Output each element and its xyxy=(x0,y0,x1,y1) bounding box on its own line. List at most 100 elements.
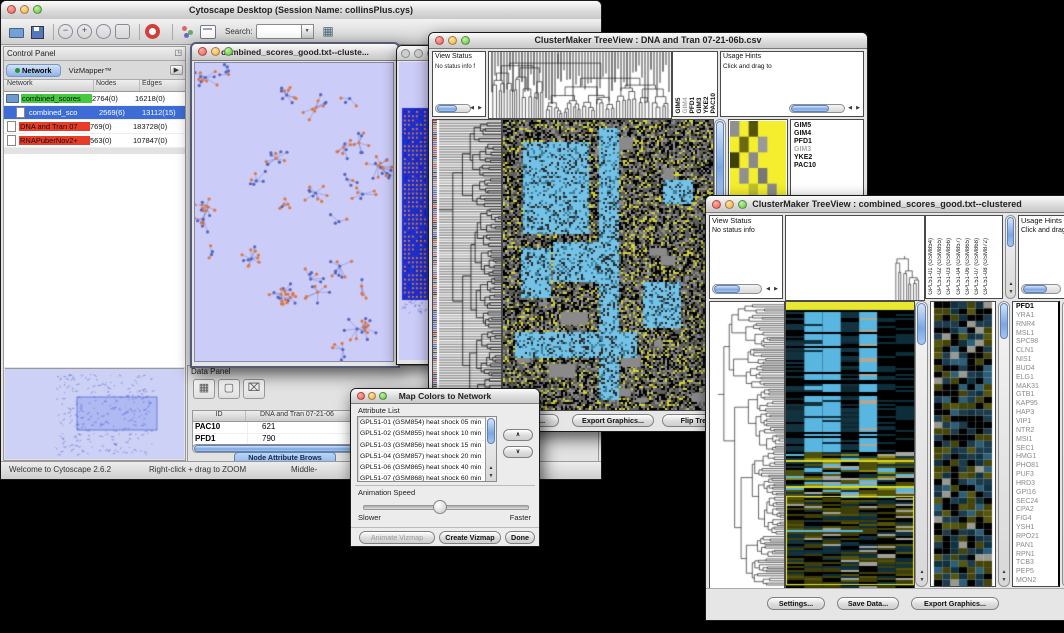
float-panel-icon[interactable]: ◳ xyxy=(174,48,182,57)
search-dropdown-icon[interactable]: ▼ xyxy=(302,24,314,39)
tv1-heatmap[interactable] xyxy=(502,119,714,411)
scroll-left-icon[interactable]: ◀ xyxy=(764,286,772,293)
tv1-column-dendrogram[interactable] xyxy=(488,51,672,119)
scroll-right-icon[interactable]: ▶ xyxy=(854,105,862,112)
table-icon[interactable]: ▦ xyxy=(193,379,215,399)
minimize-button[interactable] xyxy=(211,47,220,56)
scroll-right-icon[interactable]: ▶ xyxy=(772,286,780,293)
gene-label[interactable]: SEC1 xyxy=(1016,445,1058,454)
close-button[interactable] xyxy=(7,5,16,14)
gene-label[interactable]: RPO21 xyxy=(1016,533,1058,542)
tv1-hints-hscroll[interactable] xyxy=(789,104,845,113)
scroll-down-icon[interactable]: ▼ xyxy=(918,577,926,584)
tv2-column-label[interactable]: GPL51-06 (GSM865) xyxy=(965,216,974,295)
gene-label[interactable]: BUD4 xyxy=(1016,365,1058,374)
main-titlebar[interactable]: Cytoscape Desktop (Session Name: collins… xyxy=(1,1,601,20)
gene-label[interactable]: CLN1 xyxy=(1016,347,1058,356)
tv2-status-hscroll[interactable] xyxy=(712,284,762,294)
zoom-out-icon[interactable]: − xyxy=(58,24,73,39)
col-header-nodes[interactable]: Nodes xyxy=(94,80,140,91)
map-dialog-titlebar[interactable]: Map Colors to Network xyxy=(351,389,539,404)
minimize-button[interactable] xyxy=(725,200,734,209)
scroll-up-icon[interactable]: ▲ xyxy=(487,465,495,472)
tv1-export-graphics-button[interactable]: Export Graphics... xyxy=(572,414,654,427)
tab-vizmapper[interactable]: VizMapper™ xyxy=(61,65,120,76)
scroll-left-icon[interactable]: ◀ xyxy=(846,105,854,112)
gene-label[interactable]: TCB3 xyxy=(1016,559,1058,568)
tv1-row-label[interactable]: PFD1 xyxy=(794,138,863,146)
gene-label[interactable]: FIG4 xyxy=(1016,515,1058,524)
scroll-up-icon[interactable]: ▲ xyxy=(1000,569,1008,576)
col-header-edges[interactable]: Edges xyxy=(140,80,185,91)
move-up-button[interactable]: ∧ xyxy=(503,429,533,441)
vizmapper-icon[interactable] xyxy=(181,23,196,40)
network-list-row[interactable]: combined_scores2764(0)16218(0) xyxy=(4,92,185,106)
tv2-collabels-vscroll[interactable]: ▲ ▼ xyxy=(1005,215,1016,299)
gene-label[interactable]: ELG1 xyxy=(1016,374,1058,383)
gene-label[interactable]: MSL1 xyxy=(1016,330,1058,339)
scroll-down-icon[interactable]: ▼ xyxy=(487,473,495,480)
gene-label[interactable]: HRD3 xyxy=(1016,480,1058,489)
gene-label[interactable]: PFD1 xyxy=(1016,303,1058,312)
gene-label[interactable]: VIP1 xyxy=(1016,418,1058,427)
gene-label[interactable]: KAP95 xyxy=(1016,400,1058,409)
move-down-button[interactable]: ∨ xyxy=(503,446,533,458)
network-view-titlebar[interactable]: combined_scores_good.txt--cluste... xyxy=(192,44,398,61)
save-session-icon[interactable] xyxy=(28,23,45,40)
gene-label[interactable]: GPI16 xyxy=(1016,489,1058,498)
open-session-icon[interactable] xyxy=(7,23,24,40)
zoom-in-icon[interactable]: + xyxy=(77,24,92,39)
close-button[interactable] xyxy=(401,49,410,58)
network-list-row[interactable]: combined_sco2569(6)13112(15) xyxy=(4,106,185,120)
minimize-button[interactable] xyxy=(368,392,376,400)
minimize-button[interactable] xyxy=(20,5,29,14)
tv1-row-label[interactable]: GIM4 xyxy=(794,130,863,138)
tv2-column-label[interactable]: GPL51-08 (GSM872) xyxy=(983,216,992,295)
gene-label[interactable]: SEC24 xyxy=(1016,498,1058,507)
network-list-row[interactable]: RNAPuberNov2+563(0)107847(0) xyxy=(4,134,185,148)
zoom-window-button[interactable] xyxy=(461,36,470,45)
gene-label[interactable]: RPN1 xyxy=(1016,551,1058,560)
dp-header-id[interactable]: ID xyxy=(193,411,246,421)
scroll-left-icon[interactable]: ◀ xyxy=(468,105,476,112)
edit-window-icon[interactable] xyxy=(200,25,216,39)
tv2-settings-button[interactable]: Settings... xyxy=(767,597,825,610)
col-header-network[interactable]: Network xyxy=(4,80,94,91)
tab-overflow-button[interactable]: ▶ xyxy=(170,65,183,75)
slider-knob[interactable] xyxy=(433,500,447,514)
gene-label[interactable]: GTB1 xyxy=(1016,391,1058,400)
attribute-item[interactable]: GPL51-01 (GSM854) heat shock 05 min xyxy=(360,418,484,429)
attribute-list-vscroll[interactable]: ▲ ▼ xyxy=(485,417,496,481)
tv2-hints-hscroll[interactable] xyxy=(1021,284,1061,294)
gene-label[interactable]: RNR4 xyxy=(1016,321,1058,330)
tv2-zoom-vscroll[interactable]: ▲ ▼ xyxy=(998,301,1010,587)
network-list-row[interactable]: DNA and Tran 07769(0)183728(0) xyxy=(4,120,185,134)
tv2-save-data-button[interactable]: Save Data... xyxy=(837,597,899,610)
close-button[interactable] xyxy=(435,36,444,45)
network-list-empty-area[interactable] xyxy=(4,154,185,367)
zoom-window-button[interactable] xyxy=(33,5,42,14)
tv1-column-label[interactable]: GIM3 xyxy=(696,52,703,113)
tv1-column-label[interactable]: GIM5 xyxy=(675,52,682,113)
gene-label[interactable]: CPA2 xyxy=(1016,506,1058,515)
close-button[interactable] xyxy=(357,392,365,400)
gene-label[interactable]: MAK31 xyxy=(1016,383,1058,392)
attribute-item[interactable]: GPL51-07 (GSM868) heat shock 60 min xyxy=(360,474,484,482)
gene-label[interactable]: PHO81 xyxy=(1016,462,1058,471)
tab-network[interactable]: Network xyxy=(6,64,61,77)
help-ring-icon[interactable] xyxy=(145,24,160,39)
gene-label[interactable]: YRA1 xyxy=(1016,312,1058,321)
gene-label[interactable]: HAP3 xyxy=(1016,409,1058,418)
scroll-right-icon[interactable]: ▶ xyxy=(476,105,484,112)
tv2-export-graphics-button[interactable]: Export Graphics... xyxy=(911,597,999,610)
tv2-heatmap[interactable] xyxy=(785,301,915,589)
tv2-zoom-heatmap[interactable] xyxy=(931,302,995,586)
attribute-item[interactable]: GPL51-04 (GSM857) heat shock 20 min xyxy=(360,452,484,463)
gene-label[interactable]: YSH1 xyxy=(1016,524,1058,533)
zoom-window-button[interactable] xyxy=(224,47,233,56)
gene-label[interactable]: NIS1 xyxy=(1016,356,1058,365)
tv2-column-label[interactable]: GPL51-04 (GSM857) xyxy=(956,216,965,295)
tv1-row-dendrogram[interactable] xyxy=(432,119,502,411)
tv2-column-label[interactable]: GPL51-02 (GSM855) xyxy=(937,216,946,295)
gene-label[interactable]: PUF3 xyxy=(1016,471,1058,480)
